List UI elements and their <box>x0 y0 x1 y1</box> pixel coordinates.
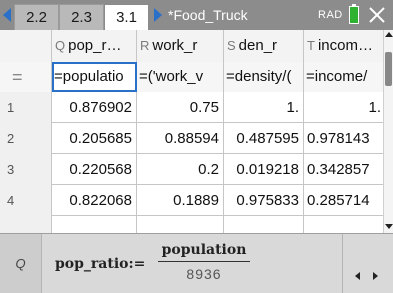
formula-cell-r[interactable]: =('work_v <box>137 62 224 92</box>
column-name: work_r <box>152 37 198 54</box>
tab-2-2[interactable]: 2.2 <box>14 4 59 30</box>
data-cell[interactable]: 0.975833 <box>224 185 304 216</box>
entry-variable: pop_ratio:= <box>55 256 146 272</box>
column-letter: S <box>227 38 236 53</box>
column-name: pop_r… <box>68 37 122 54</box>
data-cell[interactable] <box>304 216 383 233</box>
column-name: incom… <box>317 37 373 54</box>
corner-cell[interactable] <box>0 30 52 62</box>
tab-scroll-right-button[interactable] <box>151 0 165 30</box>
column-header-t[interactable]: Tincom… <box>304 30 383 62</box>
data-cell[interactable]: 0.2 <box>137 154 224 185</box>
data-cell[interactable]: 0.75 <box>137 92 224 123</box>
table-row: 4 0.822068 0.1889 0.975833 0.285714 <box>0 185 383 216</box>
data-cell[interactable]: 0.342857 <box>304 154 383 185</box>
tab-2-3[interactable]: 2.3 <box>59 4 104 30</box>
data-cell[interactable]: 0.285714 <box>304 185 383 216</box>
data-cell[interactable]: 0.876902 <box>52 92 137 123</box>
data-cell[interactable]: 0.978143 <box>304 123 383 154</box>
column-header-q[interactable]: Qpop_r… <box>52 30 137 62</box>
entry-fraction: population 8936 <box>158 241 250 282</box>
row-number[interactable]: 1 <box>0 92 52 123</box>
tab-scroll-left-button[interactable] <box>0 0 14 30</box>
column-header-r[interactable]: Rwork_r <box>137 30 224 62</box>
row-number[interactable] <box>0 216 52 233</box>
data-cell[interactable]: 0.487595 <box>224 123 304 154</box>
formula-cell-t[interactable]: =income/ <box>304 62 383 92</box>
fraction-numerator: population <box>161 242 247 258</box>
column-letter: T <box>307 38 315 53</box>
row-number[interactable]: 2 <box>0 123 52 154</box>
scroll-down-icon[interactable] <box>385 224 393 229</box>
vertical-scrollbar[interactable] <box>383 30 393 233</box>
data-cell[interactable]: 0.88594 <box>137 123 224 154</box>
table-row: 1 0.876902 0.75 1. 1. <box>0 92 383 123</box>
formula-cell-q[interactable]: =populatio <box>52 62 137 92</box>
tab-3-1[interactable]: 3.1 <box>104 4 149 30</box>
column-header-row: Qpop_r… Rwork_r Sden_r Tincom… <box>0 30 383 62</box>
chevron-right-icon <box>154 8 162 22</box>
document-title[interactable]: *Food_Truck <box>168 0 248 30</box>
data-cell[interactable]: 0.205685 <box>52 123 137 154</box>
fraction-bar <box>158 261 250 262</box>
chevron-left-icon <box>3 8 11 22</box>
tab-label: 2.3 <box>71 9 92 26</box>
top-tab-bar: 2.2 2.3 3.1 *Food_Truck RAD <box>0 0 393 30</box>
data-cell[interactable] <box>52 216 137 233</box>
entry-nav-buttons <box>342 234 393 293</box>
column-letter: Q <box>55 38 66 53</box>
close-icon[interactable] <box>366 5 388 25</box>
row-number[interactable]: 3 <box>0 154 52 185</box>
scrollbar-thumb[interactable] <box>385 52 392 86</box>
formula-cell-s[interactable]: =density/( <box>224 62 304 92</box>
data-cell[interactable] <box>224 216 304 233</box>
column-name: den_r <box>238 37 278 54</box>
entry-column-ref: Q <box>0 234 42 293</box>
formula-row-marker: = <box>0 62 52 92</box>
entry-line[interactable]: Q pop_ratio:= population 8936 <box>0 233 393 293</box>
row-number[interactable]: 4 <box>0 185 52 216</box>
angle-mode-indicator: RAD <box>318 9 343 21</box>
data-cell[interactable]: 0.822068 <box>52 185 137 216</box>
battery-icon <box>349 6 359 24</box>
table-row <box>0 216 383 233</box>
spreadsheet-grid: Qpop_r… Rwork_r Sden_r Tincom… = =popula… <box>0 30 383 233</box>
data-cell[interactable]: 0.220568 <box>52 154 137 185</box>
data-cell[interactable]: 1. <box>224 92 304 123</box>
tab-label: 3.1 <box>116 9 137 26</box>
fraction-denominator[interactable]: 8936 <box>158 266 250 282</box>
arrow-left-icon[interactable] <box>355 272 360 280</box>
column-header-s[interactable]: Sden_r <box>224 30 304 62</box>
table-row: 2 0.205685 0.88594 0.487595 0.978143 <box>0 123 383 154</box>
scroll-up-icon[interactable] <box>385 32 393 37</box>
data-cell[interactable]: 1. <box>304 92 383 123</box>
data-cell[interactable]: 0.1889 <box>137 185 224 216</box>
column-formula-row: = =populatio =('work_v =density/( =incom… <box>0 62 383 92</box>
tab-label: 2.2 <box>26 9 47 26</box>
data-cell[interactable]: 0.019218 <box>224 154 304 185</box>
data-cell[interactable] <box>137 216 224 233</box>
column-letter: R <box>140 38 150 53</box>
arrow-right-icon[interactable] <box>373 272 378 280</box>
table-row: 3 0.220568 0.2 0.019218 0.342857 <box>0 154 383 185</box>
